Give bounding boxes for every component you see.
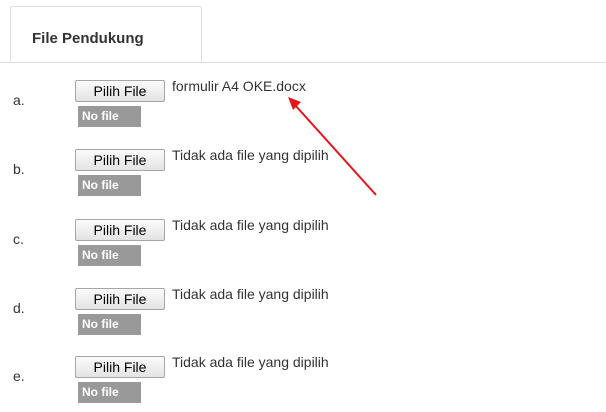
choose-file-button[interactable]: Pilih File	[75, 80, 165, 102]
row-letter: a.	[13, 92, 25, 108]
no-file-badge: No file	[78, 175, 141, 196]
row-letter: e.	[13, 368, 25, 384]
row-letter: d.	[13, 300, 25, 316]
selected-file-name: formulir A4 OKE.docx	[172, 78, 306, 94]
tab-file-pendukung[interactable]: File Pendukung	[10, 6, 202, 62]
page: File Pendukung a. Pilih File formulir A4…	[0, 0, 606, 412]
selected-file-name: Tidak ada file yang dipilih	[172, 286, 329, 302]
tab-label: File Pendukung	[32, 30, 144, 47]
selected-file-name: Tidak ada file yang dipilih	[172, 147, 329, 163]
choose-file-button[interactable]: Pilih File	[75, 288, 165, 310]
upload-row-c: c. Pilih File Tidak ada file yang dipili…	[0, 217, 606, 281]
tab-bar-divider	[0, 62, 606, 63]
no-file-badge: No file	[78, 245, 141, 266]
upload-row-d: d. Pilih File Tidak ada file yang dipili…	[0, 286, 606, 350]
tab-bar: File Pendukung	[0, 0, 606, 63]
no-file-badge: No file	[78, 106, 141, 127]
choose-file-button[interactable]: Pilih File	[75, 149, 165, 171]
upload-row-b: b. Pilih File Tidak ada file yang dipili…	[0, 147, 606, 211]
selected-file-name: Tidak ada file yang dipilih	[172, 354, 329, 370]
choose-file-button[interactable]: Pilih File	[75, 219, 165, 241]
row-letter: c.	[13, 231, 24, 247]
upload-row-a: a. Pilih File formulir A4 OKE.docx No fi…	[0, 78, 606, 142]
upload-row-e: e. Pilih File Tidak ada file yang dipili…	[0, 354, 606, 412]
no-file-badge: No file	[78, 314, 141, 335]
row-letter: b.	[13, 161, 25, 177]
no-file-badge: No file	[78, 382, 141, 403]
choose-file-button[interactable]: Pilih File	[75, 356, 165, 378]
selected-file-name: Tidak ada file yang dipilih	[172, 217, 329, 233]
